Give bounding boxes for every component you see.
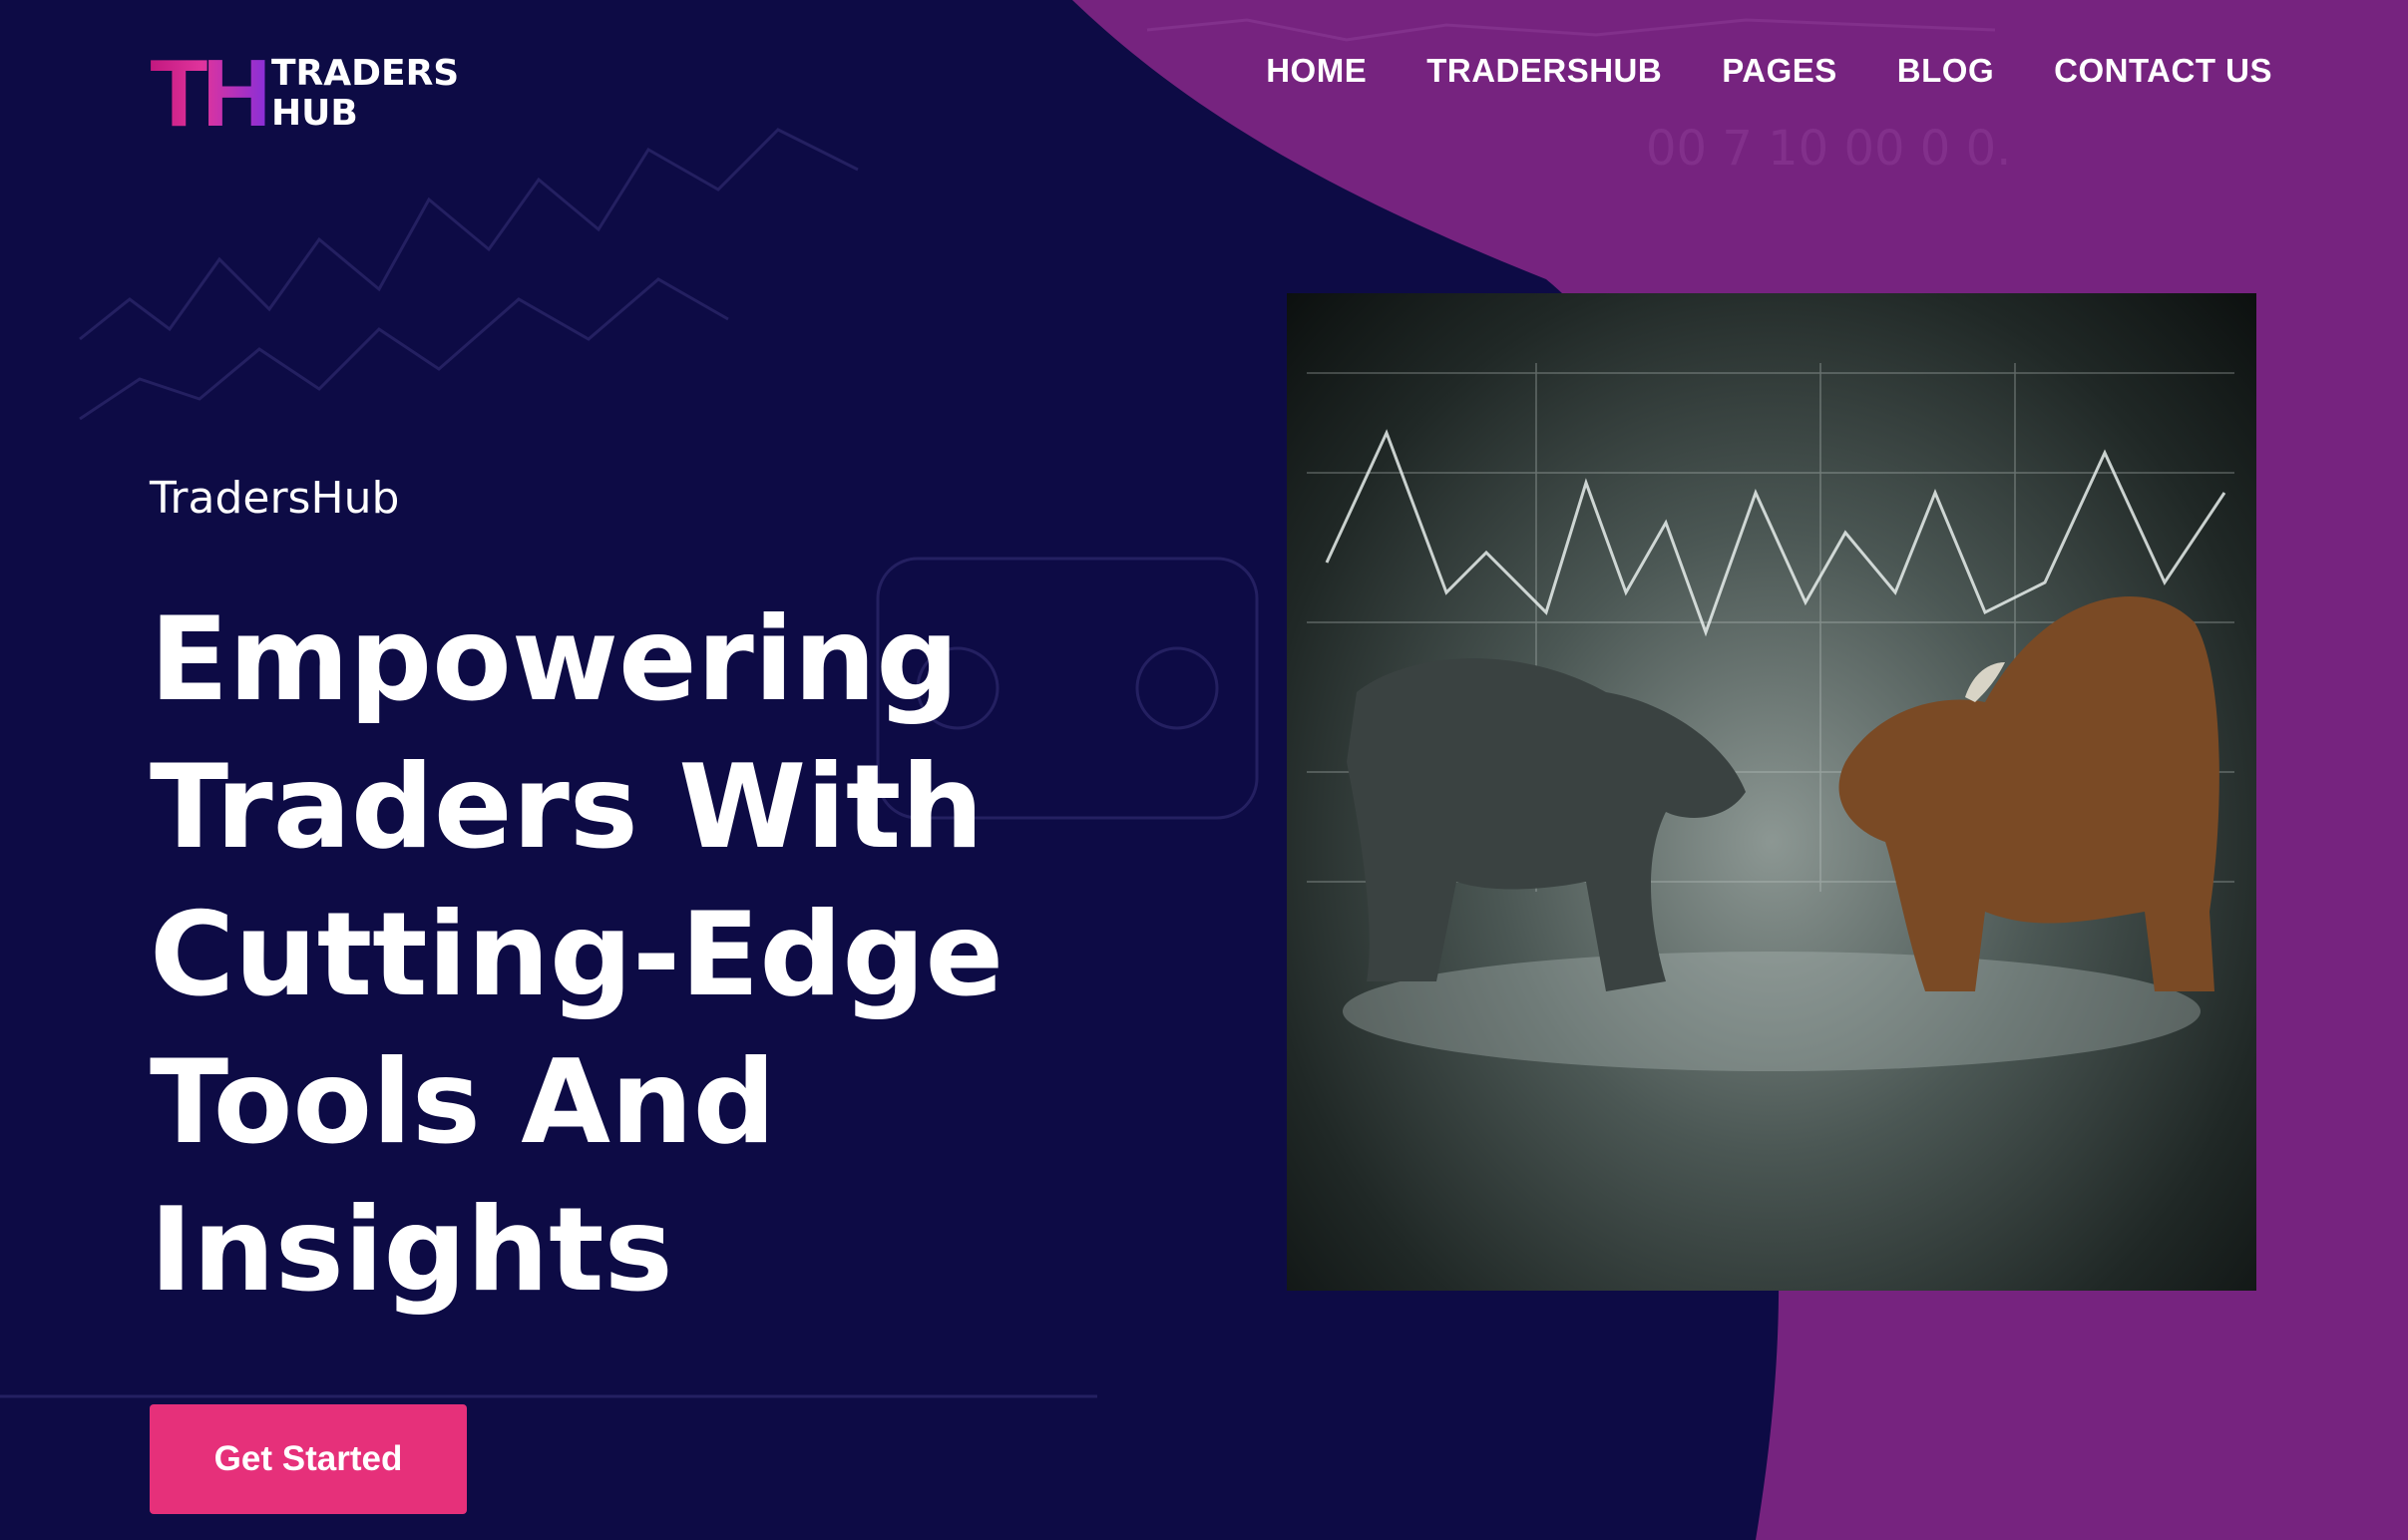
nav-tradershub[interactable]: TRADERSHUB — [1426, 52, 1662, 90]
nav-home[interactable]: HOME — [1266, 52, 1367, 90]
svg-text:00 7 10 00 0 0.: 00 7 10 00 0 0. — [1646, 121, 2011, 177]
get-started-button[interactable]: Get Started — [150, 1404, 467, 1514]
bull-bear-image — [1287, 293, 2256, 1291]
main-nav: HOME TRADERSHUB PAGES BLOG CONTACT US — [1266, 52, 2272, 90]
nav-contact-us[interactable]: CONTACT US — [2054, 52, 2272, 90]
logo-text: TRADERS HUB — [271, 54, 459, 134]
logo-text-line2: HUB — [270, 93, 358, 134]
hero-eyebrow: TradersHub — [150, 473, 400, 524]
logo[interactable]: TH TRADERS HUB — [150, 46, 459, 142]
hero-headline: Empowering Traders With Cutting-Edge Too… — [150, 592, 1004, 1318]
logo-mark: TH — [150, 40, 271, 147]
nav-pages[interactable]: PAGES — [1722, 52, 1837, 90]
nav-blog[interactable]: BLOG — [1897, 52, 1994, 90]
logo-text-line1: TRADERS — [270, 53, 460, 94]
